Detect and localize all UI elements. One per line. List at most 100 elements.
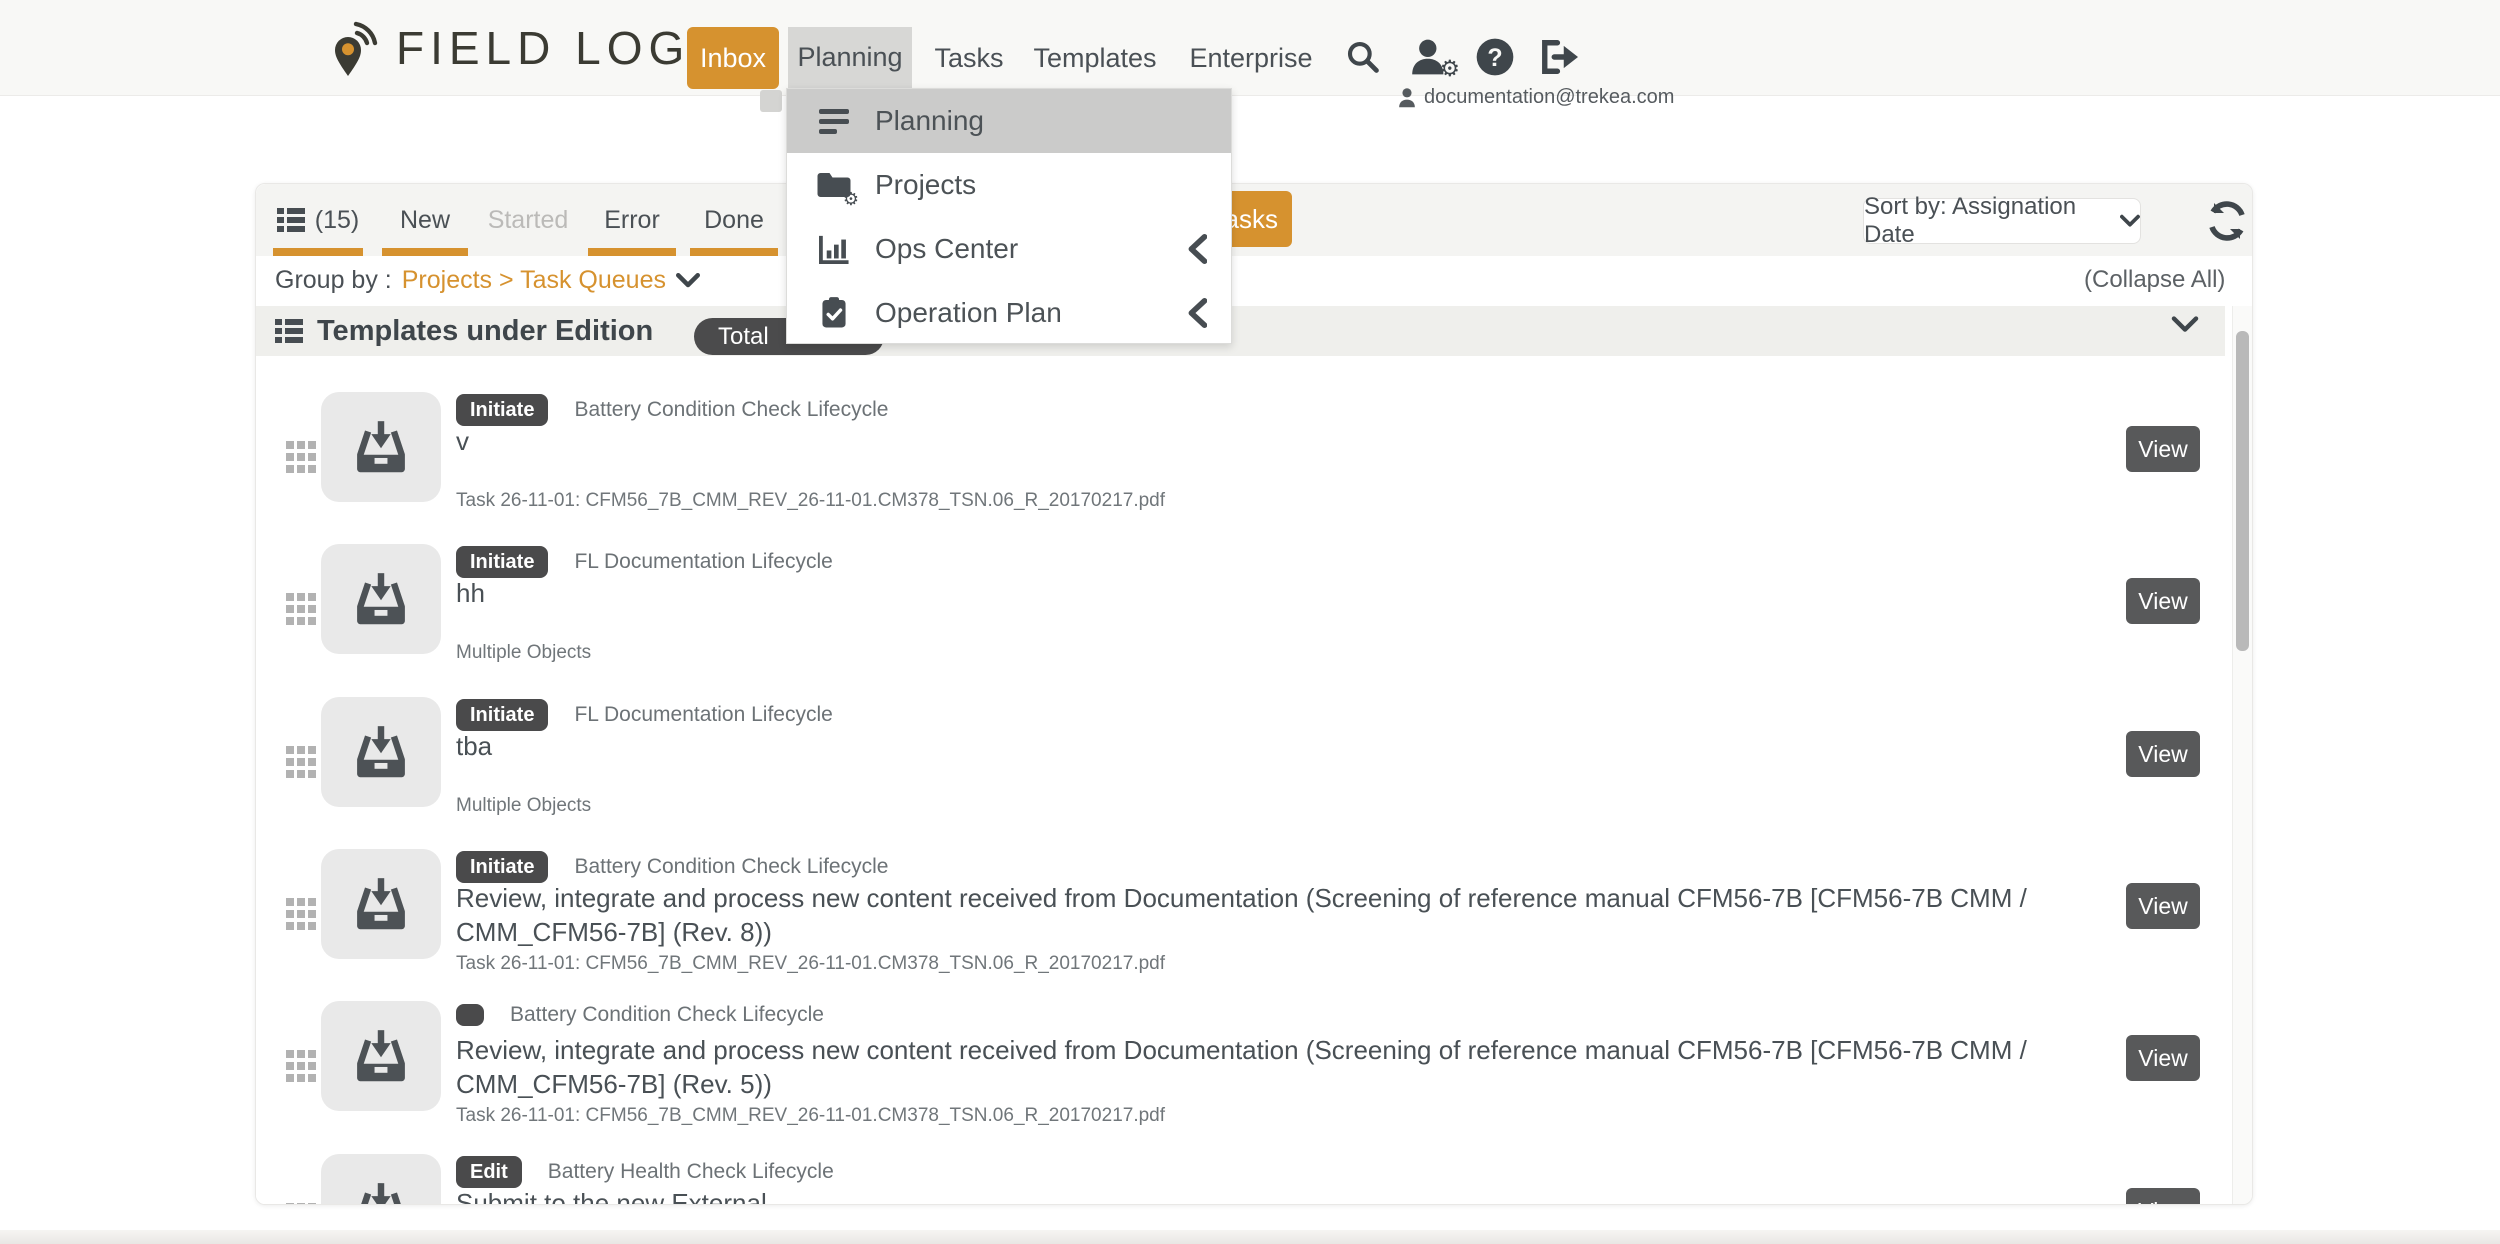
planning-dropdown-menu: Planning ⚙ Projects Ops Center Operation… [786,88,1232,344]
task-subtitle: Task 26-11-01: CFM56_7B_CMM_REV_26-11-01… [456,490,1165,512]
app-logo: FIELD LOGS [330,18,727,78]
list-scrollbar[interactable] [2232,306,2252,1205]
drag-handle-icon[interactable] [286,1050,316,1089]
lifecycle-label: FL Documentation Lifecycle [574,550,832,574]
menu-item-planning-label: Planning [875,105,984,137]
section-title: Templates under Edition [317,315,653,348]
status-badge-empty [456,1004,484,1026]
logo-wordmark: FIELD LOGS [396,21,727,75]
nav-enterprise-label: Enterprise [1189,43,1312,74]
inbox-import-icon [321,849,441,959]
lifecycle-label: Battery Condition Check Lifecycle [510,1003,824,1027]
tab-underline [690,248,778,256]
logout-icon[interactable] [1536,34,1582,80]
svg-text:?: ? [1487,44,1502,72]
nav-tasks[interactable]: Tasks [930,27,1008,89]
tab-all-count[interactable]: (15) [271,184,365,256]
lifecycle-label: FL Documentation Lifecycle [574,703,832,727]
task-title: Submit to the new External [456,1186,2118,1205]
user-settings-icon[interactable]: ⚙ [1404,34,1462,80]
view-button[interactable]: View [2126,578,2200,624]
page-bottom-edge [0,1230,2500,1244]
task-title: v [456,424,2118,458]
tab-new[interactable]: New [380,184,470,256]
view-button[interactable]: View [2126,1188,2200,1205]
lifecycle-label: Battery Condition Check Lifecycle [574,398,888,422]
user-email-text: documentation@trekea.com [1424,86,1674,109]
refresh-icon[interactable] [2203,197,2251,245]
submenu-chevron-left-icon [1187,234,1207,269]
task-subtitle: Task 26-11-01: CFM56_7B_CMM_REV_26-11-01… [456,953,1165,975]
stream-icon [815,109,853,134]
tab-started[interactable]: Started [480,184,576,256]
section-chevron-down-icon[interactable] [2171,316,2199,338]
status-badge: Edit [456,1156,522,1188]
folder-gear-icon: ⚙ [815,170,853,200]
person-icon [1398,88,1416,108]
view-button[interactable]: View [2126,731,2200,777]
clipboard-check-icon [815,297,853,329]
search-icon[interactable] [1340,34,1386,80]
task-row: Initiate Battery Condition Check Lifecyc… [256,841,2232,994]
task-title: Review, integrate and process new conten… [456,1033,2118,1101]
menu-item-projects[interactable]: ⚙ Projects [787,153,1231,217]
menu-item-ops-center-label: Ops Center [875,233,1018,265]
task-title: Review, integrate and process new conten… [456,881,2118,949]
tasks-filter-label: asks [1225,204,1278,234]
task-list-panel: (15) New Started Error Done Sort by: Ass… [255,183,2253,1205]
inbox-import-icon [321,1154,441,1205]
task-row: Initiate FL Documentation Lifecycle hh M… [256,536,2232,689]
menu-item-planning[interactable]: Planning [787,89,1231,153]
tab-new-label: New [400,206,450,235]
drag-handle-icon[interactable] [286,593,316,632]
scrollbar-thumb[interactable] [2236,331,2249,651]
lifecycle-label: Battery Health Check Lifecycle [548,1160,834,1184]
tab-done[interactable]: Done [688,184,780,256]
menu-item-operation-plan[interactable]: Operation Plan [787,281,1231,345]
group-by-control[interactable]: Group by : Projects > Task Queues [275,266,700,295]
group-by-prefix: Group by : [275,266,392,295]
drag-handle-icon[interactable] [286,1203,316,1205]
nav-enterprise[interactable]: Enterprise [1185,27,1317,89]
menu-item-ops-center[interactable]: Ops Center [787,217,1231,281]
drag-handle-icon[interactable] [286,746,316,785]
drag-handle-icon[interactable] [286,441,316,480]
tab-error[interactable]: Error [586,184,678,256]
inbox-import-icon [321,697,441,807]
nav-inbox[interactable]: Inbox [687,27,779,89]
view-button[interactable]: View [2126,1035,2200,1081]
inbox-import-icon [321,544,441,654]
user-email[interactable]: documentation@trekea.com [1398,86,1674,109]
menu-corner-artifact [760,90,782,112]
view-button[interactable]: View [2126,883,2200,929]
sort-by-select[interactable]: Sort by: Assignation Date [1863,198,2141,244]
status-badge: Initiate [456,699,548,731]
task-row: Edit Battery Health Check Lifecycle Subm… [256,1146,2232,1205]
view-button[interactable]: View [2126,426,2200,472]
task-row: Initiate FL Documentation Lifecycle tba … [256,689,2232,842]
task-row: Battery Condition Check Lifecycle Review… [256,993,2232,1146]
tab-underline [273,248,363,256]
drag-handle-icon[interactable] [286,898,316,937]
collapse-all-link[interactable]: (Collapse All) [2084,266,2225,294]
nav-templates[interactable]: Templates [1030,27,1160,89]
tab-done-label: Done [704,206,764,235]
list-icon [275,319,303,343]
chevron-down-icon [676,273,700,288]
task-title: tba [456,729,2118,763]
nav-tasks-label: Tasks [934,43,1003,74]
tab-error-label: Error [604,206,660,235]
svg-text:⚙: ⚙ [1440,56,1459,79]
section-header[interactable]: Templates under Edition Total [256,306,2225,356]
list-icon [277,208,305,232]
gear-glyph: ⚙ [843,190,859,208]
sort-by-label: Sort by: Assignation Date [1864,193,2108,249]
tab-underline [382,248,468,256]
field-logs-app: FIELD LOGS Inbox Planning Tasks Template… [0,0,2500,1244]
help-icon[interactable]: ? [1472,34,1518,80]
inbox-import-icon [321,1001,441,1111]
task-subtitle: Task 26-11-01: CFM56_7B_CMM_REV_26-11-01… [456,1105,1165,1127]
menu-item-projects-label: Projects [875,169,976,201]
menu-item-operation-plan-label: Operation Plan [875,297,1062,329]
nav-planning[interactable]: Planning [788,27,912,88]
